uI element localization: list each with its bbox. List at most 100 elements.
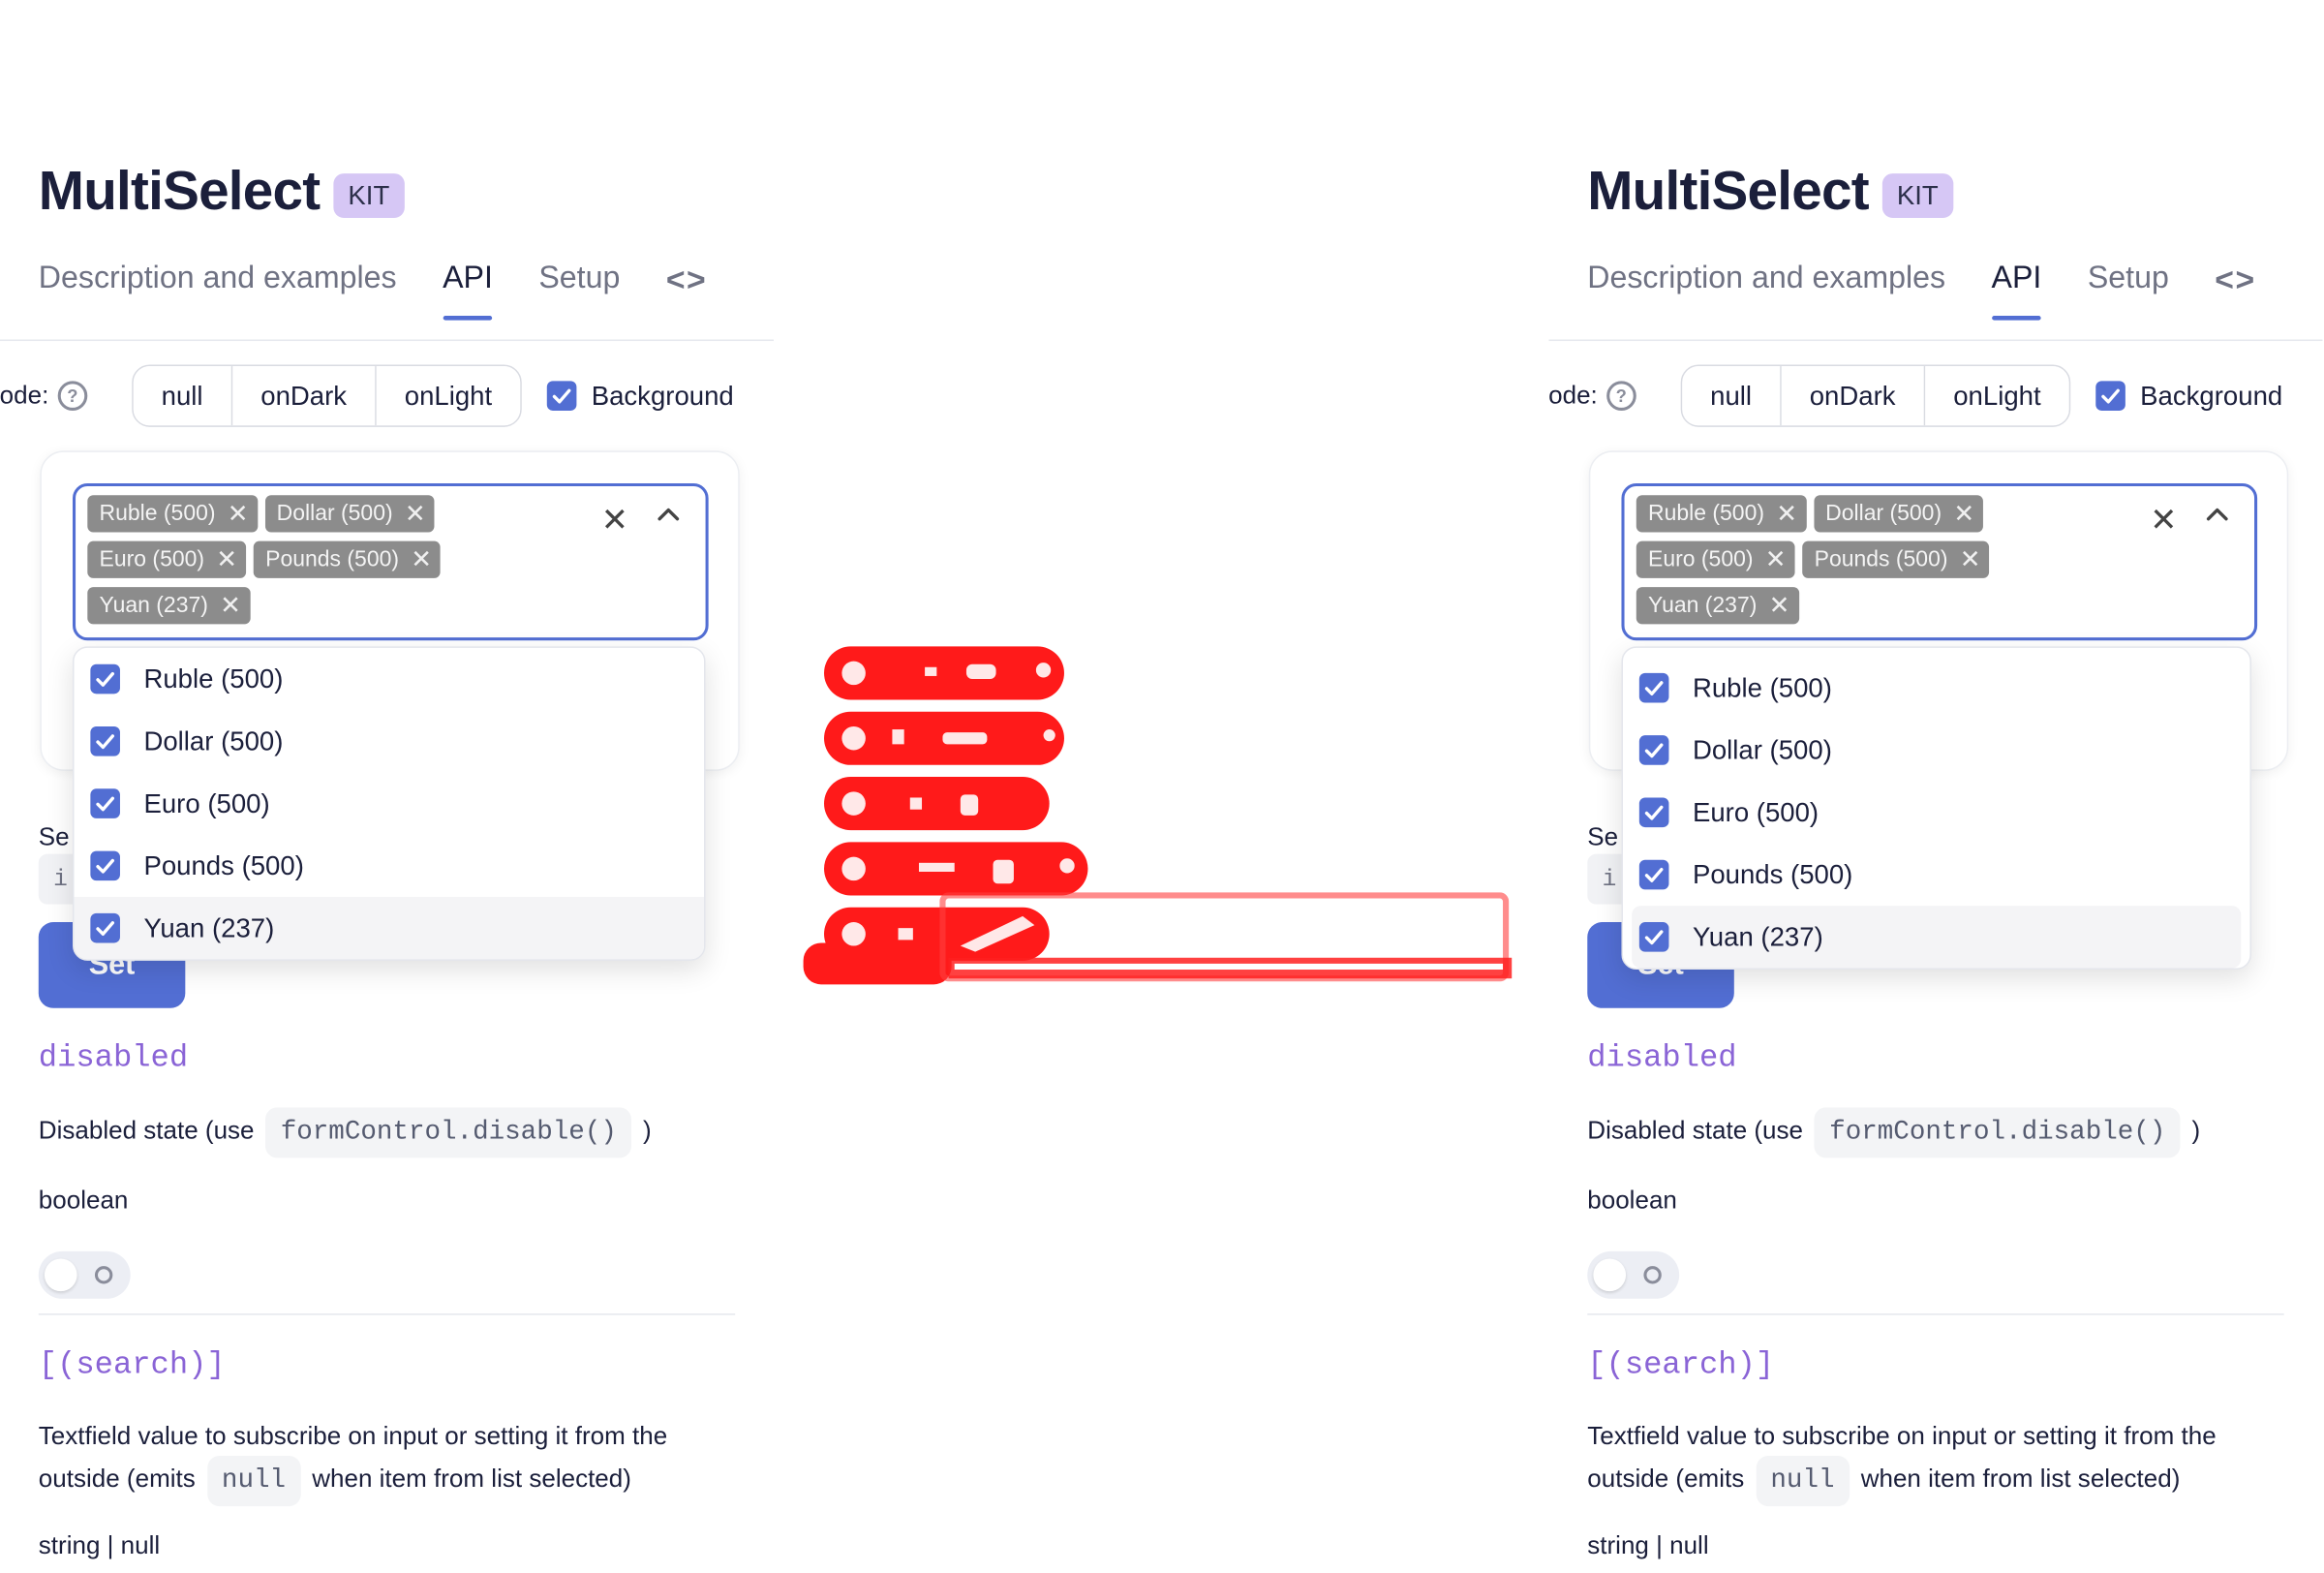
prop-desc-disabled: Disabled state (use formControl.disable(… [1587, 1107, 2200, 1158]
comparison-view: MultiSelect KIT Description and examples… [0, 0, 2324, 1573]
desc-text: ) [643, 1116, 652, 1145]
mode-label: lode: [1548, 381, 1598, 410]
desc-text: Textfield value to subscribe on input or… [38, 1421, 668, 1450]
chip[interactable]: Yuan (237) ✕ [87, 587, 251, 625]
clear-icon[interactable]: ✕ [2150, 501, 2177, 540]
mode-option-ondark[interactable]: onDark [232, 366, 377, 426]
option-label: Yuan (237) [143, 912, 275, 942]
chevron-up-icon[interactable] [656, 501, 683, 528]
dropdown-list: Ruble (500) Dollar (500) Euro (500) Poun… [72, 646, 706, 961]
mode-label: lode: [0, 381, 49, 410]
prop-desc-search: Textfield value to subscribe on input or… [1587, 1417, 2217, 1507]
checkbox-checked-icon[interactable] [90, 725, 120, 756]
multiselect-field[interactable]: Ruble (500) ✕ Dollar (500) ✕ Euro (500) ✕ P… [1621, 482, 2258, 641]
mode-option-onlight[interactable]: onLight [1925, 366, 2069, 426]
chip[interactable]: Euro (500) ✕ [1636, 540, 1795, 578]
checkbox-checked-icon[interactable] [1638, 797, 1669, 828]
prop-type-search: string | null [1587, 1531, 1709, 1560]
checkbox-checked-icon[interactable] [1638, 672, 1669, 703]
desc-text: when item from list selected) [1860, 1465, 2181, 1494]
chip-remove-icon[interactable]: ✕ [228, 501, 249, 526]
checkbox-checked-icon[interactable] [1638, 859, 1669, 890]
code-brackets-icon[interactable]: <> [2215, 261, 2255, 323]
help-icon[interactable]: ? [1605, 381, 1636, 411]
chip-remove-icon[interactable]: ✕ [1953, 501, 1974, 526]
prop-type-search: string | null [38, 1531, 161, 1560]
chip[interactable]: Pounds (500) ✕ [1802, 540, 1990, 578]
chip-label: Dollar (500) [276, 501, 393, 527]
chip-remove-icon[interactable]: ✕ [1776, 501, 1797, 526]
option-label: Pounds (500) [143, 849, 304, 880]
chevron-up-icon[interactable] [2204, 501, 2231, 528]
dropdown-option[interactable]: Ruble (500) [1623, 657, 2249, 719]
dropdown-option[interactable]: Euro (500) [1623, 782, 2249, 844]
chip[interactable]: Yuan (237) ✕ [1636, 587, 1799, 625]
desc-text: outside (emits [38, 1465, 196, 1494]
checkbox-checked-icon[interactable] [90, 912, 120, 943]
option-label: Euro (500) [1692, 796, 1819, 827]
background-checkbox[interactable]: Background [546, 380, 734, 412]
checkbox-checked-icon[interactable] [90, 788, 120, 818]
mode-option-onlight[interactable]: onLight [376, 366, 521, 426]
checkbox-checked-icon[interactable] [1638, 735, 1669, 765]
disabled-toggle[interactable] [1587, 1250, 1680, 1299]
dropdown-option[interactable]: Dollar (500) [75, 710, 705, 772]
code-brackets-icon[interactable]: <> [666, 261, 707, 323]
prop-type-disabled: boolean [1587, 1186, 1677, 1215]
checkbox-checked-icon[interactable] [90, 850, 120, 881]
tabs-divider [0, 339, 774, 342]
tab-description[interactable]: Description and examples [1587, 261, 1945, 320]
chip-remove-icon[interactable]: ✕ [216, 547, 237, 572]
dropdown-option[interactable]: Ruble (500) [75, 648, 705, 710]
background-checkbox[interactable]: Background [2095, 381, 2282, 412]
dropdown-option[interactable]: Euro (500) [75, 772, 705, 834]
chip-remove-icon[interactable]: ✕ [411, 547, 432, 572]
dropdown-option[interactable]: Pounds (500) [75, 835, 705, 897]
clear-icon[interactable]: ✕ [601, 501, 628, 540]
chip-remove-icon[interactable]: ✕ [405, 501, 426, 526]
checkbox-checked-icon[interactable] [90, 663, 120, 694]
checkbox-checked-icon[interactable] [2095, 381, 2125, 411]
prop-name-disabled: disabled [1587, 1042, 1737, 1077]
desc-text: Disabled state (use [38, 1116, 255, 1145]
tab-setup[interactable]: Setup [538, 261, 620, 320]
tab-description[interactable]: Description and examples [39, 261, 397, 320]
checkbox-checked-icon[interactable] [546, 381, 577, 411]
help-icon[interactable]: ? [57, 381, 88, 411]
tab-api[interactable]: API [1991, 261, 2041, 321]
multiselect-field[interactable]: Ruble (500) ✕ Dollar (500) ✕ Euro (500) ✕ P… [72, 482, 709, 641]
tab-setup[interactable]: Setup [2088, 261, 2169, 320]
disabled-toggle[interactable] [38, 1250, 131, 1299]
chip-remove-icon[interactable]: ✕ [1765, 547, 1787, 572]
mode-option-ondark[interactable]: onDark [1781, 366, 1926, 426]
inline-code: null [206, 1456, 301, 1507]
chip-remove-icon[interactable]: ✕ [220, 593, 241, 618]
dropdown-option-hovered[interactable]: Yuan (237) [74, 897, 705, 960]
chip-label: Yuan (237) [99, 593, 208, 619]
chip[interactable]: Ruble (500) ✕ [87, 495, 258, 533]
mode-option-null[interactable]: null [133, 366, 233, 426]
dropdown-option[interactable]: Pounds (500) [1623, 844, 2249, 906]
mode-option-null[interactable]: null [1682, 366, 1782, 426]
chip[interactable]: Pounds (500) ✕ [253, 540, 442, 578]
checkbox-checked-icon[interactable] [1638, 922, 1669, 952]
desc-text: Disabled state (use [1587, 1116, 1804, 1145]
tab-api[interactable]: API [443, 261, 493, 321]
chip[interactable]: Dollar (500) ✕ [264, 495, 435, 533]
prop-name-search: [(search)] [1587, 1348, 1775, 1384]
chip-remove-icon[interactable]: ✕ [1769, 593, 1790, 618]
chip[interactable]: Dollar (500) ✕ [1813, 495, 1984, 533]
chip-remove-icon[interactable]: ✕ [1960, 547, 1981, 572]
background-label: Background [591, 380, 734, 411]
toggle-off-icon [94, 1266, 113, 1284]
mode-row: lode: ? null onDark onLight Background [1548, 364, 2282, 427]
prop-name-disabled: disabled [38, 1042, 189, 1077]
chip[interactable]: Ruble (500) ✕ [1636, 495, 1807, 533]
dropdown-option[interactable]: Dollar (500) [1623, 719, 2249, 781]
chip-label: Euro (500) [99, 546, 205, 572]
dropdown-option-hovered[interactable]: Yuan (237) [1632, 906, 2242, 969]
option-label: Ruble (500) [1692, 672, 1832, 702]
desc-text: outside (emits [1587, 1465, 1745, 1494]
option-label: Ruble (500) [143, 663, 284, 694]
chip[interactable]: Euro (500) ✕ [87, 540, 247, 578]
